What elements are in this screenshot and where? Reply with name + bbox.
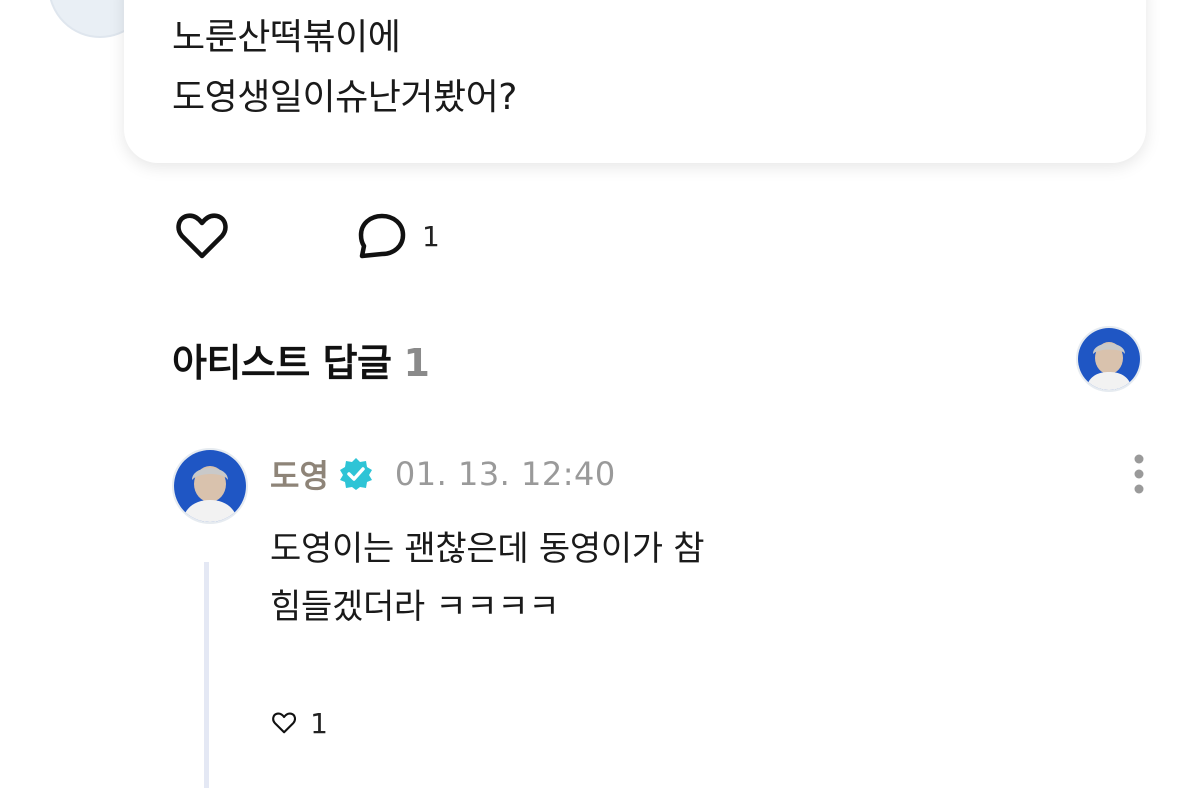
reply-header: 도영 01. 13. 12:40: [270, 452, 616, 496]
post-like-button[interactable]: [176, 210, 228, 262]
post-line: 노룬산떡볶이에: [172, 17, 401, 58]
reply-author-avatar[interactable]: [172, 448, 248, 524]
artist-avatar[interactable]: [1076, 326, 1142, 392]
reply-author-name[interactable]: 도영: [270, 451, 329, 497]
reply-body: 도영이는 괜찮은데 동영이가 참 힘들겠더라 ㅋㅋㅋㅋ: [270, 520, 705, 636]
post-card: 노룬산떡볶이에 도영생일이슈난거봤어?: [124, 0, 1146, 163]
post-body: 노룬산떡볶이에 도영생일이슈난거봤어?: [172, 8, 517, 128]
heart-outline-icon: [272, 712, 297, 734]
reply-line: 힘들겠더라 ㅋㅋㅋㅋ: [270, 587, 560, 627]
heart-outline-icon: [176, 213, 228, 259]
speech-bubble-icon: [358, 213, 406, 259]
comment-count: 1: [422, 219, 440, 253]
reply-avatar-image: [174, 450, 246, 522]
more-vertical-icon: [1134, 454, 1144, 494]
artist-avatar-image: [1078, 328, 1140, 390]
artist-replies-count: 1: [403, 341, 430, 385]
post-line: 도영생일이슈난거봤어?: [172, 77, 517, 118]
reply-timestamp: 01. 13. 12:40: [394, 455, 616, 493]
artist-replies-title: 아티스트 답글 1: [172, 332, 430, 387]
thread-line: [204, 562, 209, 788]
more-options-button[interactable]: [1126, 452, 1152, 496]
verified-badge-icon: [339, 458, 372, 490]
post-comment-button[interactable]: 1: [356, 212, 440, 260]
reply-like-button[interactable]: 1: [272, 698, 328, 748]
reply-like-count: 1: [310, 706, 328, 740]
artist-replies-label: 아티스트 답글: [172, 341, 392, 385]
reply-line: 도영이는 괜찮은데 동영이가 참: [270, 529, 705, 569]
